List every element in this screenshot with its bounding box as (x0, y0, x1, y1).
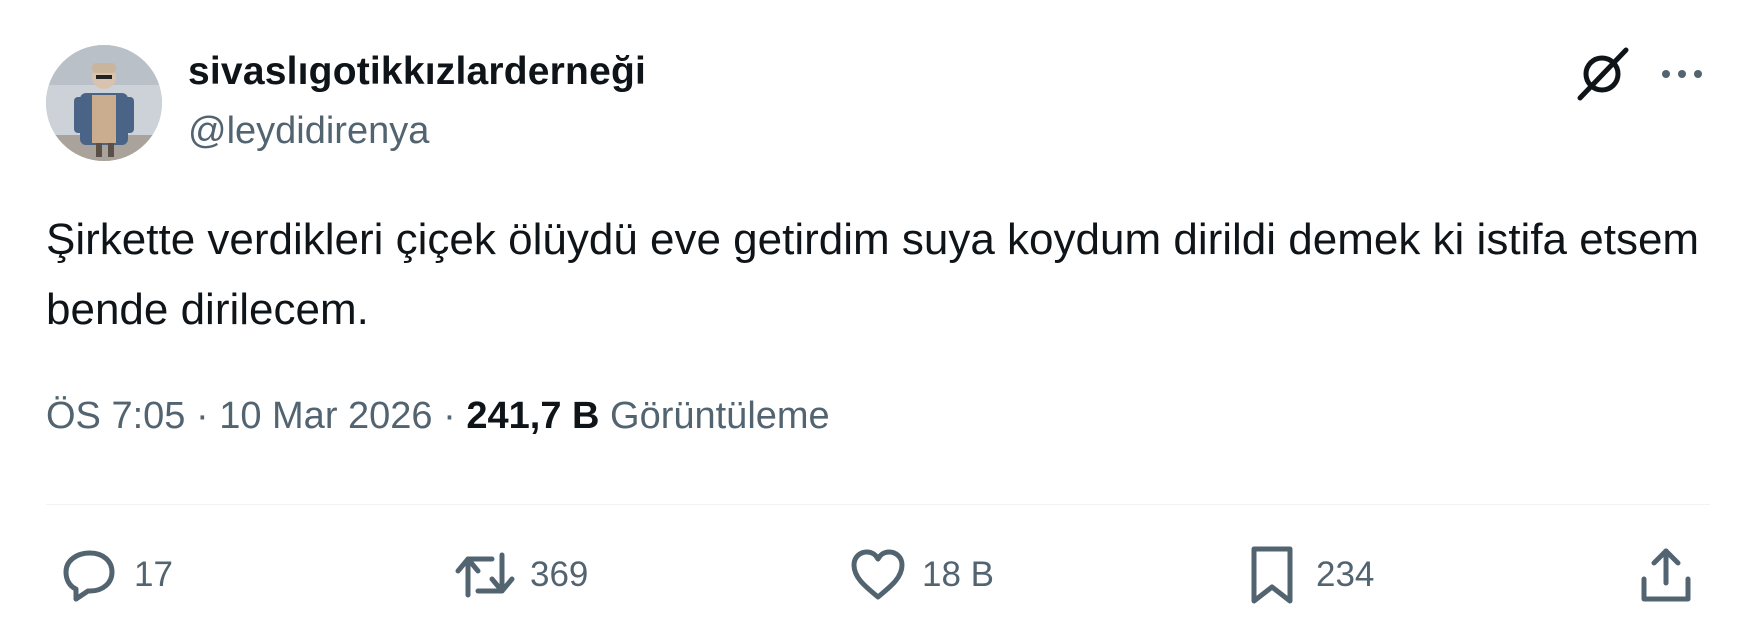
grok-button[interactable] (1572, 44, 1632, 104)
tweet-meta: ÖS 7:05 · 10 Mar 2026 · 241,7 B Görüntül… (46, 395, 830, 438)
tweet-date[interactable]: 10 Mar 2026 (219, 395, 432, 437)
views-count: 241,7 B (466, 395, 600, 437)
reply-button[interactable]: 17 (58, 543, 173, 607)
more-options-button[interactable] (1658, 52, 1706, 96)
heart-icon (851, 549, 905, 600)
retweet-count: 369 (530, 555, 589, 594)
views-label: Görüntüleme (610, 395, 830, 437)
retweet-button[interactable]: 369 (452, 543, 588, 607)
retweet-icon (455, 552, 515, 598)
tweet-card: sivaslıgotikkızlarderneği @leydidirenya … (0, 0, 1758, 632)
reply-icon (63, 550, 115, 602)
share-button[interactable] (1634, 543, 1698, 607)
meta-separator: · (185, 395, 220, 437)
reply-count: 17 (134, 555, 173, 594)
user-avatar-image (46, 45, 162, 161)
bookmark-icon (1251, 546, 1293, 604)
like-button[interactable]: 18 B (846, 543, 994, 607)
share-icon (1641, 548, 1691, 602)
display-name[interactable]: sivaslıgotikkızlarderneği (188, 50, 646, 94)
meta-separator: · (432, 395, 467, 437)
tweet-text: Şirkette verdikleri çiçek ölüydü eve get… (46, 215, 1700, 334)
tweet-time[interactable]: ÖS 7:05 (46, 395, 185, 437)
more-horizontal-icon (1662, 70, 1702, 78)
avatar[interactable] (46, 45, 162, 161)
divider (46, 504, 1710, 505)
like-count: 18 B (922, 555, 994, 594)
user-handle[interactable]: @leydidirenya (188, 110, 429, 153)
bookmark-count: 234 (1316, 555, 1375, 594)
bookmark-button[interactable]: 234 (1240, 543, 1374, 607)
grok-icon (1577, 47, 1629, 101)
